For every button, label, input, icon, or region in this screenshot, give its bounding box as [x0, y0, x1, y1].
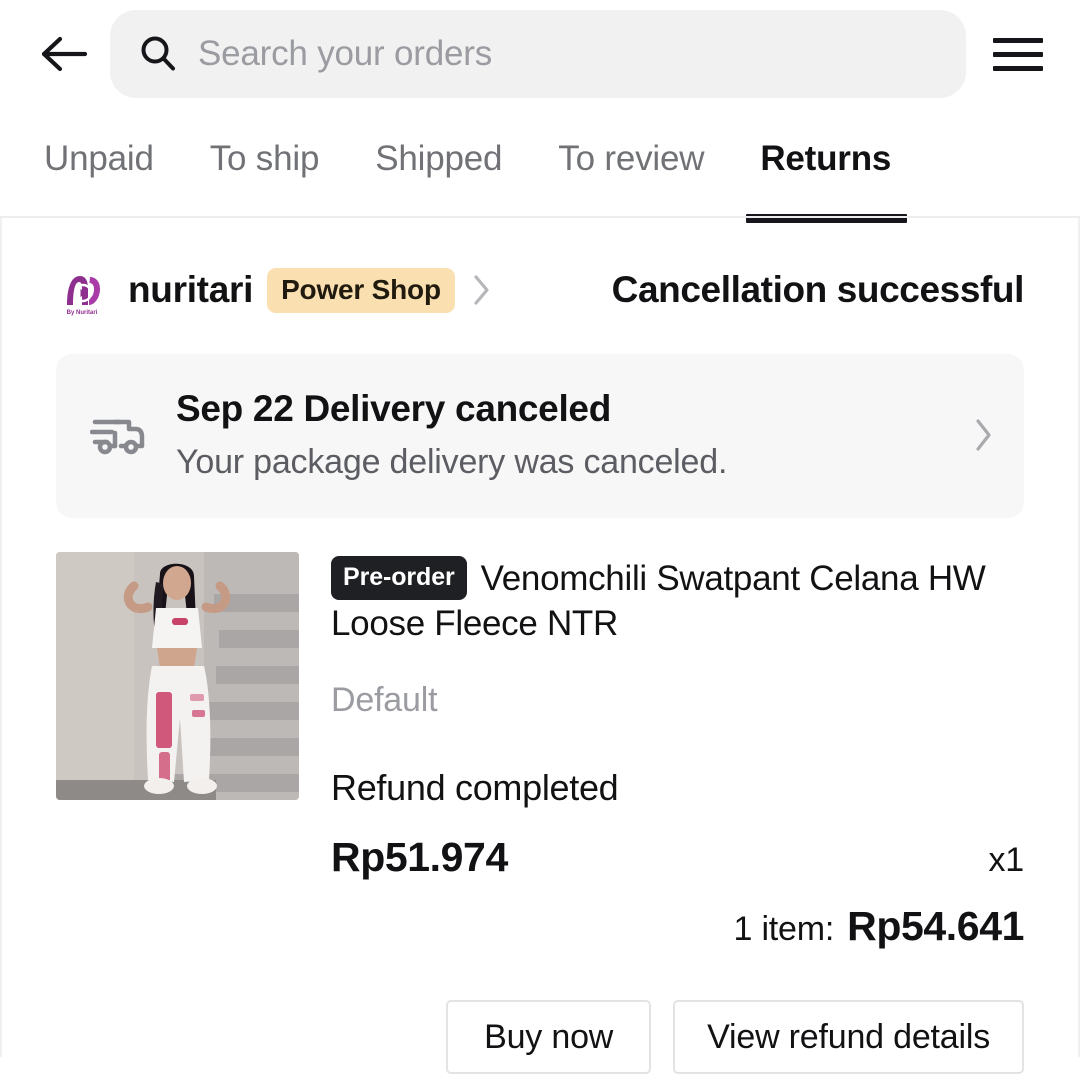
shop-logo[interactable]: By Nuritari — [56, 264, 108, 316]
tabs-divider — [0, 216, 1080, 218]
product-photo — [56, 551, 299, 800]
product-price: Rp51.974 — [331, 833, 508, 880]
tab-label: To ship — [209, 139, 320, 178]
arrow-left-icon — [41, 36, 88, 72]
tab-label: Unpaid — [44, 139, 154, 178]
delivery-chevron-right-icon[interactable] — [972, 416, 996, 454]
pre-order-badge: Pre-order — [331, 555, 467, 601]
tab-returns[interactable]: Returns — [746, 139, 908, 223]
svg-text:By Nuritari: By Nuritari — [67, 310, 98, 316]
shop-chevron-right-icon[interactable] — [471, 273, 493, 307]
delivery-subtitle: Your package delivery was canceled. — [176, 442, 728, 481]
delivery-title: Sep 22 Delivery canceled — [176, 388, 612, 429]
tab-label: Returns — [760, 139, 892, 178]
order-card: By Nuritari nuritari Power Shop Cancella… — [0, 218, 1080, 1074]
product-thumbnail[interactable] — [56, 551, 299, 800]
tab-unpaid[interactable]: Unpaid — [44, 139, 154, 187]
hamburger-menu-icon — [993, 37, 1043, 43]
order-total-value: Rp54.641 — [847, 902, 1024, 949]
delivery-status-banner[interactable]: Sep 22 Delivery canceled Your package de… — [56, 354, 1024, 518]
power-shop-badge: Power Shop — [267, 267, 455, 313]
view-refund-details-button[interactable]: View refund details — [673, 999, 1024, 1074]
shop-header-row: By Nuritari nuritari Power Shop Cancella… — [34, 218, 1046, 336]
delivery-banner-text: Sep 22 Delivery canceled Your package de… — [176, 388, 954, 482]
order-status-text: Cancellation successful — [611, 269, 1025, 310]
order-actions: Buy now View refund details — [34, 950, 1046, 1074]
tab-to-review[interactable]: To review — [558, 139, 704, 187]
tab-to-ship[interactable]: To ship — [210, 139, 320, 187]
price-row: Rp51.974 x1 — [331, 834, 1024, 881]
product-title-row: Pre-order Venomchili Swatpant Celana HW L… — [331, 555, 1024, 647]
shop-name[interactable]: nuritari — [128, 269, 253, 311]
order-total-label: 1 item: — [733, 909, 835, 948]
tab-label: To review — [558, 139, 705, 178]
tab-label: Shipped — [375, 139, 503, 178]
product-row[interactable]: Pre-order Venomchili Swatpant Celana HW L… — [34, 518, 1046, 950]
order-total-row: 1 item: Rp54.641 — [331, 902, 1025, 950]
tab-shipped[interactable]: Shipped — [375, 139, 502, 187]
delivery-truck-icon — [90, 413, 146, 457]
app-header: Search your orders — [0, 0, 1080, 108]
search-input[interactable]: Search your orders — [110, 10, 966, 98]
product-details: Pre-order Venomchili Swatpant Celana HW L… — [331, 552, 1024, 950]
hamburger-menu-icon-bar — [993, 51, 1043, 57]
hamburger-menu-button[interactable] — [990, 26, 1046, 82]
refund-status: Refund completed — [331, 766, 619, 808]
hamburger-menu-icon-bar — [993, 65, 1043, 71]
order-status-tabs: Unpaid To ship Shipped To review Returns — [0, 108, 1080, 223]
product-quantity: x1 — [988, 840, 1024, 879]
buy-now-button[interactable]: Buy now — [446, 999, 652, 1074]
back-button[interactable] — [36, 26, 92, 82]
search-placeholder-text: Search your orders — [198, 34, 493, 73]
search-icon — [138, 34, 178, 74]
shop-avatar-icon: By Nuritari — [67, 276, 100, 316]
product-variant: Default — [331, 680, 438, 719]
